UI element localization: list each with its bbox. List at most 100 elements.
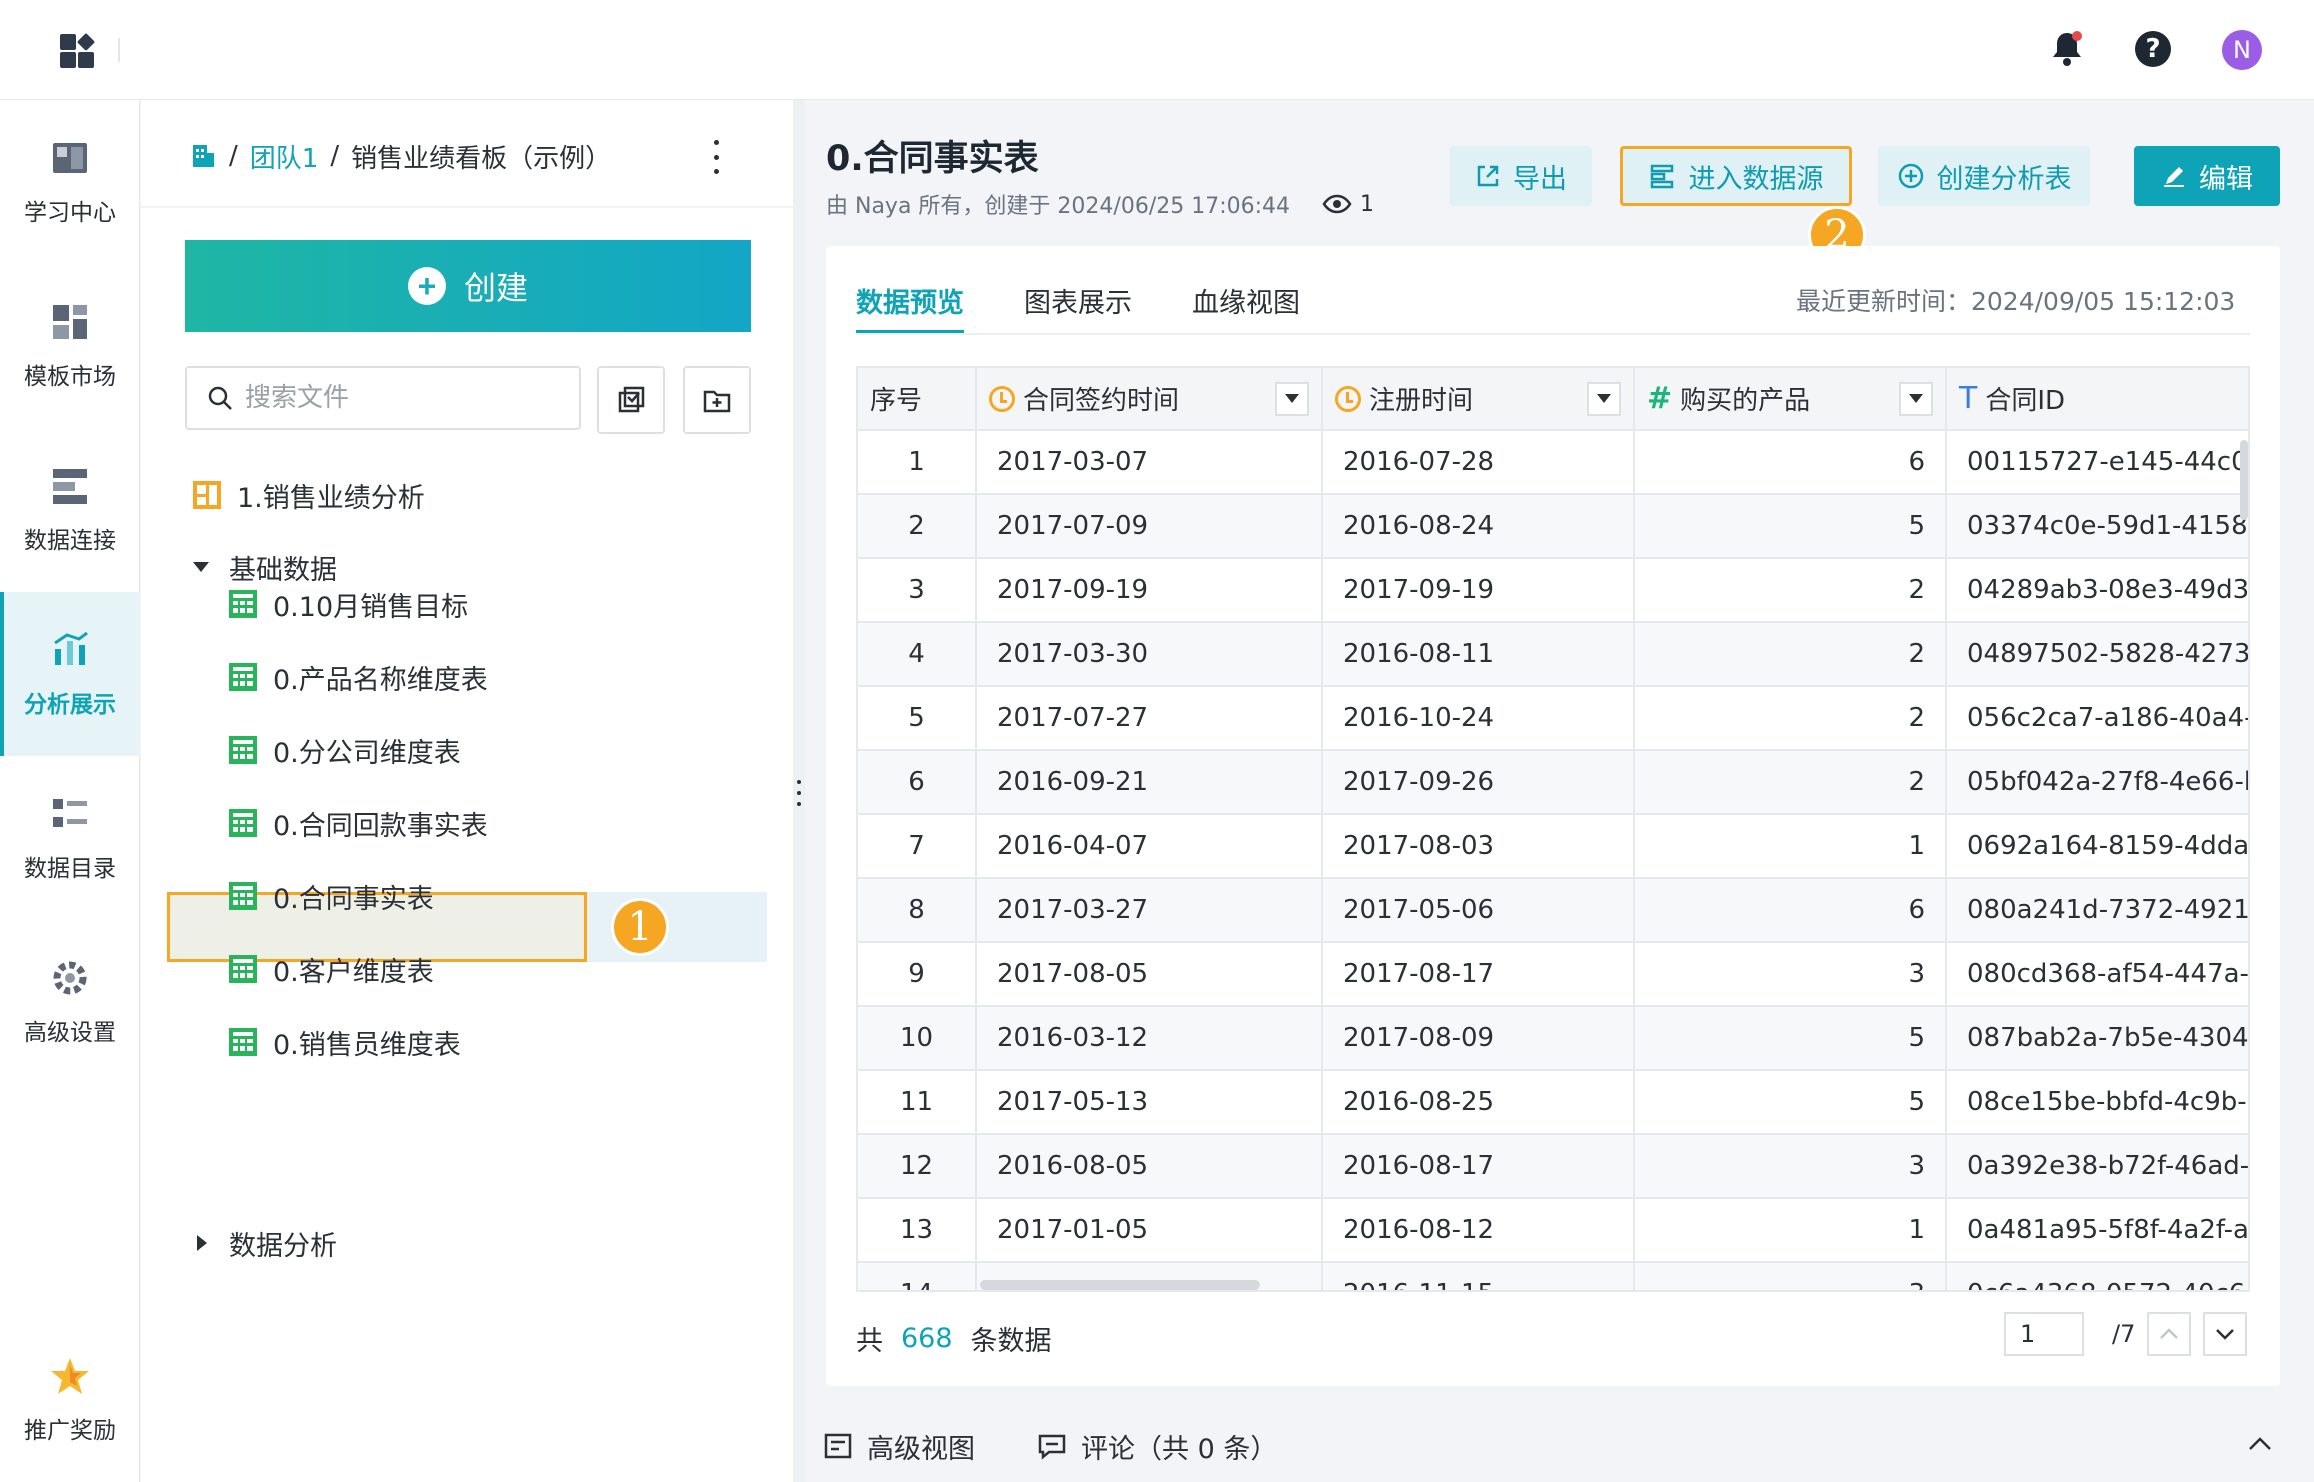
table-cell-prod: 2 (1634, 686, 1947, 751)
table-row[interactable]: 8 2017-03-27 2017-05-06 6 080a241d-7372-4921… (858, 878, 2248, 943)
tree-item-table[interactable]: 0.产品名称维度表 (227, 649, 488, 705)
table-cell-idx: 9 (858, 942, 977, 1007)
table-row[interactable]: 5 2017-07-27 2016-10-24 2 056c2ca7-a186-40a4… (858, 686, 2248, 751)
building-icon[interactable] (189, 142, 217, 170)
table-cell-cid: 04897502-5828-4273-8 (1946, 622, 2248, 687)
nav-analysis-display[interactable]: 分析展示 (0, 592, 140, 756)
app-launcher-icon[interactable] (56, 30, 96, 70)
export-icon (1477, 165, 1499, 187)
enter-data-source-button[interactable]: 进入数据源 (1620, 146, 1852, 206)
batch-select-button[interactable] (597, 366, 665, 434)
table-row[interactable]: 9 2017-08-05 2017-08-17 3 080cd368-af54-447a… (858, 942, 2248, 1007)
export-button[interactable]: 导出 (1450, 146, 1592, 206)
column-dropdown-icon[interactable] (1587, 381, 1621, 416)
table-cell-idx: 13 (858, 1198, 977, 1263)
table-cell-prod: 3 (1634, 1262, 1947, 1290)
table-row[interactable]: 6 2016-09-21 2017-09-26 2 05bf042a-27f8-4e66… (858, 750, 2248, 815)
nav-template-market[interactable]: 模板市场 (0, 264, 140, 428)
panel-resizer[interactable] (793, 100, 805, 1482)
folder-plus-icon (703, 390, 731, 413)
chevron-up-icon[interactable] (2247, 1436, 2273, 1452)
drag-handle-icon[interactable] (796, 780, 802, 806)
table-icon (229, 882, 257, 910)
vertical-scrollbar[interactable] (2240, 440, 2248, 520)
table-cell-cid: 00115727-e145-44c0-9 (1946, 430, 2248, 495)
table-cell-idx: 11 (858, 1070, 977, 1135)
tab-lineage-view[interactable]: 血缘视图 (1192, 266, 1300, 334)
edit-button[interactable]: 编辑 (2134, 146, 2280, 206)
annotation-badge-1: 1 (611, 898, 669, 956)
tree-item-table[interactable]: 0.10月销售目标 (227, 576, 468, 632)
settings-icon (53, 961, 87, 995)
column-header-contract-id[interactable]: T 合同ID (1946, 368, 2248, 431)
tree-item-table[interactable]: 0.客户维度表 (227, 941, 434, 997)
nav-promo-reward[interactable]: 推广奖励 (0, 1318, 140, 1482)
table-row[interactable]: 2 2017-07-09 2016-08-24 5 03374c0e-59d1-4158… (858, 494, 2248, 559)
comments-button[interactable]: 评论（共 0 条） (1037, 1427, 1277, 1466)
tree-item-table[interactable]: 0.分公司维度表 (227, 722, 461, 778)
more-menu-icon[interactable] (701, 140, 731, 174)
table-cell-prod: 5 (1634, 494, 1947, 559)
table-row[interactable]: 1 2017-03-07 2016-07-28 6 00115727-e145-44c0… (858, 430, 2248, 495)
table-cell-idx: 6 (858, 750, 977, 815)
view-tabs: 数据预览 图表展示 血缘视图 (856, 266, 1300, 334)
table-cell-sign: 2016-03-12 (976, 1006, 1323, 1071)
avatar[interactable]: N (2222, 30, 2262, 70)
prev-page-button[interactable] (2147, 1312, 2192, 1356)
table-cell-reg: 2016-08-24 (1322, 494, 1635, 559)
table-row[interactable]: 13 2017-01-05 2016-08-12 1 0a481a95-5f8f-4a2… (858, 1198, 2248, 1263)
create-analysis-button[interactable]: 创建分析表 (1878, 146, 2090, 206)
table-row[interactable]: 11 2017-05-13 2016-08-25 5 08ce15be-bbfd-4c9… (858, 1070, 2248, 1135)
create-button[interactable]: + 创建 (185, 240, 751, 332)
table-row[interactable]: 12 2016-08-05 2016-08-17 3 0a392e38-b72f-46a… (858, 1134, 2248, 1199)
nav-data-catalog[interactable]: 数据目录 (0, 756, 140, 920)
column-header-products[interactable]: # 购买的产品 (1634, 368, 1947, 431)
table-header-row: 序号 合同签约时间 注册时间 # 购买的产品 T 合同ID (858, 368, 2248, 431)
column-dropdown-icon[interactable] (1899, 381, 1933, 416)
next-page-button[interactable] (2203, 1312, 2248, 1356)
table-cell-sign: 2017-03-27 (976, 878, 1323, 943)
search-input[interactable] (245, 383, 565, 413)
table-row[interactable]: 10 2016-03-12 2017-08-09 5 087bab2a-7b5e-430… (858, 1006, 2248, 1071)
tree-item-table[interactable]: 0.合同回款事实表 (227, 795, 488, 851)
table-cell-reg: 2016-08-25 (1322, 1070, 1635, 1135)
advanced-view-button[interactable]: 高级视图 (823, 1427, 975, 1466)
column-dropdown-icon[interactable] (1275, 381, 1309, 416)
table-cell-prod: 3 (1634, 942, 1947, 1007)
chevron-up-icon (2160, 1328, 2179, 1339)
new-folder-button[interactable] (683, 366, 751, 434)
search-box (185, 366, 581, 430)
nav-learning-center[interactable]: 学习中心 (0, 100, 140, 264)
nav-data-connection[interactable]: 数据连接 (0, 428, 140, 592)
column-header-reg-time[interactable]: 注册时间 (1322, 368, 1635, 431)
tree-item-dashboard[interactable]: 1.销售业绩分析 (191, 467, 425, 523)
data-table[interactable]: 序号 合同签约时间 注册时间 # 购买的产品 T 合同ID 1 2017-03-07 2… (856, 366, 2250, 1292)
nav-advanced-settings[interactable]: 高级设置 (0, 920, 140, 1084)
tree-item-table[interactable]: 0.销售员维度表 (227, 1014, 461, 1070)
column-header-sign-time[interactable]: 合同签约时间 (976, 368, 1323, 431)
breadcrumb-team-link[interactable]: 团队1 (250, 138, 319, 175)
tab-data-preview[interactable]: 数据预览 (856, 266, 964, 334)
table-row[interactable]: 3 2017-09-19 2017-09-19 2 04289ab3-08e3-49d3… (858, 558, 2248, 623)
table-cell-sign: 2016-08-05 (976, 1134, 1323, 1199)
chart-icon (54, 631, 88, 665)
table-cell-sign: 2016-04-07 (976, 814, 1323, 879)
page-title: 0.合同事实表 (826, 139, 1039, 179)
tree-folder-analysis[interactable]: 数据分析 (197, 1215, 337, 1271)
notification-bell-icon[interactable] (2046, 28, 2088, 70)
table-cell-reg: 2016-11-15 (1322, 1262, 1635, 1290)
table-cell-cid: 0a481a95-5f8f-4a2f-ac (1946, 1198, 2248, 1263)
table-row[interactable]: 4 2017-03-30 2016-08-11 2 04897502-5828-4273… (858, 622, 2248, 687)
table-cell-sign: 2017-09-19 (976, 558, 1323, 623)
table-cell-reg: 2016-07-28 (1322, 430, 1635, 495)
tab-chart-display[interactable]: 图表展示 (1024, 266, 1132, 334)
help-icon[interactable]: ? (2132, 28, 2174, 70)
tree-item-table[interactable]: 0.合同事实表 (227, 868, 434, 924)
horizontal-scrollbar[interactable] (980, 1280, 1260, 1290)
table-row[interactable]: 7 2016-04-07 2017-08-03 1 0692a164-8159-4dda… (858, 814, 2248, 879)
table-cell-idx: 8 (858, 878, 977, 943)
column-header-index[interactable]: 序号 (858, 368, 977, 431)
table-icon (229, 736, 257, 764)
table-cell-cid: 080a241d-7372-4921-b (1946, 878, 2248, 943)
page-input[interactable] (2004, 1312, 2084, 1356)
